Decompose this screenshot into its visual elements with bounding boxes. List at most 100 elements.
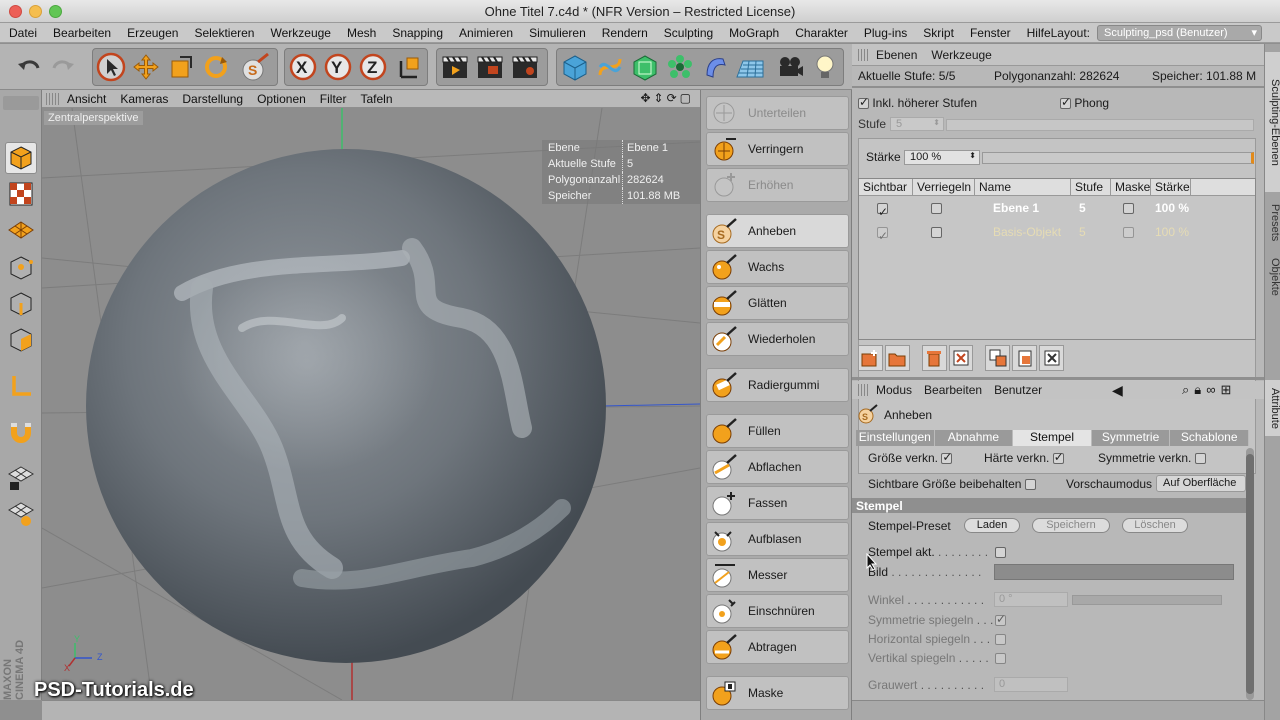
points-mode-button[interactable] [5, 252, 37, 284]
menu-selektieren[interactable]: Selektieren [185, 26, 261, 40]
tab-einstellungen[interactable]: Einstellungen [856, 430, 935, 446]
render-view-button[interactable] [438, 50, 472, 84]
cube-object-button[interactable] [558, 50, 592, 84]
render-to-picture-viewer-button[interactable] [473, 50, 507, 84]
level-input[interactable]: 5 ⬍ [890, 117, 944, 131]
link-icon[interactable]: ∞ [1206, 382, 1220, 397]
menu-fenster[interactable]: Fenster [961, 26, 1018, 40]
menu-charakter[interactable]: Charakter [786, 26, 855, 40]
sidetab-sculpting-ebenen[interactable]: Sculpting-Ebenen [1265, 52, 1280, 192]
sculpt-brush-tool-button[interactable]: S [238, 50, 272, 84]
level-slider[interactable] [946, 119, 1254, 131]
strength-slider[interactable] [982, 152, 1254, 164]
attr-scrollbar[interactable] [1246, 448, 1254, 700]
mask-checkbox[interactable] [1123, 227, 1134, 239]
mask-checkbox[interactable] [1123, 203, 1134, 215]
menu-snapping[interactable]: Snapping [383, 26, 450, 40]
visible-checkbox[interactable] [877, 200, 888, 224]
link-symmetry-checkbox[interactable]: Symmetrie verkn. [1098, 451, 1206, 465]
scale-tool-button[interactable] [164, 50, 198, 84]
brush-wachs[interactable]: Wachs [706, 250, 849, 284]
layout-select[interactable]: Sculpting_psd (Benutzer) ▾ [1097, 25, 1262, 41]
clear-layer-button[interactable] [948, 345, 974, 371]
polygons-mode-button[interactable] [5, 324, 37, 356]
menu-mograph[interactable]: MoGraph [720, 26, 786, 40]
generator-object-button[interactable] [628, 50, 662, 84]
attr-menu-bearbeiten[interactable]: Bearbeiten [924, 383, 982, 397]
viewport-menu-kameras[interactable]: Kameras [113, 92, 175, 106]
zoom-icon[interactable]: ⇕ [654, 91, 667, 105]
redo-button[interactable] [46, 50, 80, 84]
edges-mode-button[interactable] [5, 288, 37, 320]
menu-werkzeuge[interactable]: Werkzeuge [261, 26, 337, 40]
brush-fuellen[interactable]: Füllen [706, 414, 849, 448]
new-manager-icon[interactable]: ⊞ [1220, 382, 1236, 397]
viewport-menu-tafeln[interactable]: Tafeln [353, 92, 399, 106]
brush-radiergummi[interactable]: Radiergummi [706, 368, 849, 402]
lock-checkbox[interactable] [931, 227, 942, 239]
layer-name[interactable]: Basis-Objekt [975, 220, 1071, 244]
zoom-window-button[interactable] [49, 5, 62, 18]
array-object-button[interactable] [663, 50, 697, 84]
select-tool-button[interactable] [94, 50, 128, 84]
model-mode-button[interactable] [5, 142, 37, 174]
bake-layer-button[interactable] [1039, 345, 1064, 371]
stamp-active-checkbox[interactable] [995, 546, 1006, 558]
col-verriegeln[interactable]: Verriegeln [913, 179, 975, 195]
mirror-vertical-checkbox[interactable] [995, 652, 1006, 664]
coordinate-system-button[interactable] [392, 50, 426, 84]
brush-messer[interactable]: Messer [706, 558, 849, 592]
pan-icon[interactable]: ✥ [640, 91, 653, 105]
lock-checkbox[interactable] [931, 203, 942, 215]
tab-ebenen[interactable]: Ebenen [876, 48, 917, 62]
menu-sculpting[interactable]: Sculpting [655, 26, 720, 40]
deformer-button[interactable] [698, 50, 732, 84]
mirror-symmetry-checkbox[interactable] [995, 612, 1006, 626]
back-arrow-icon[interactable]: ◀ [1112, 382, 1123, 399]
texture-mode-button[interactable] [5, 178, 37, 210]
attr-menu-benutzer[interactable]: Benutzer [994, 383, 1042, 397]
delete-layer-button[interactable] [921, 345, 947, 371]
search-icon[interactable]: ⌕ [1182, 382, 1194, 397]
visible-checkbox[interactable] [877, 224, 888, 248]
angle-input[interactable]: 0 ° [994, 592, 1068, 607]
brush-glaetten[interactable]: Glätten [706, 286, 849, 320]
add-layer-button[interactable] [858, 345, 883, 371]
mirror-horizontal-checkbox[interactable] [995, 633, 1006, 645]
menu-rendern[interactable]: Rendern [593, 26, 655, 40]
undo-button[interactable] [12, 50, 46, 84]
col-staerke[interactable]: Stärke [1151, 179, 1191, 195]
move-tool-button[interactable] [129, 50, 163, 84]
brush-wiederholen[interactable]: Wiederholen [706, 322, 849, 356]
layer-row[interactable]: Basis-Objekt 5 100 % [859, 220, 1255, 248]
camera-object-button[interactable] [773, 50, 807, 84]
paste-layer-button[interactable] [1012, 345, 1038, 371]
maximize-view-icon[interactable]: ▢ [680, 91, 694, 105]
menu-mesh[interactable]: Mesh [338, 26, 383, 40]
scrollbar-thumb[interactable] [1246, 454, 1254, 694]
tab-symmetrie[interactable]: Symmetrie [1091, 430, 1171, 446]
link-size-checkbox[interactable]: Größe verkn. [868, 450, 952, 465]
viewport-menu-darstellung[interactable]: Darstellung [175, 92, 250, 106]
brush-verringern[interactable]: Verringern [706, 132, 849, 166]
brush-erhoehen[interactable]: Erhöhen [706, 168, 849, 202]
close-window-button[interactable] [9, 5, 22, 18]
viewport-nav-icons[interactable]: ✥⇕⟳▢ [640, 91, 694, 105]
spline-pen-button[interactable] [593, 50, 627, 84]
lock-workplane-button[interactable] [5, 462, 37, 494]
brush-abflachen[interactable]: Abflachen [706, 450, 849, 484]
tab-werkzeuge[interactable]: Werkzeuge [931, 48, 991, 62]
y-axis-lock-button[interactable]: Y [321, 50, 355, 84]
tab-schablone[interactable]: Schablone [1170, 430, 1249, 446]
z-axis-lock-button[interactable]: Z [356, 50, 390, 84]
image-field[interactable] [994, 564, 1234, 580]
menu-bearbeiten[interactable]: Bearbeiten [44, 26, 118, 40]
menu-datei[interactable]: Datei [0, 26, 44, 40]
brush-maske[interactable]: Maske [706, 676, 849, 710]
3d-viewport[interactable]: Zentralperspektive Ebene Ebene 1 Aktuelle… [42, 108, 700, 700]
copy-layer-button[interactable] [985, 345, 1011, 371]
layer-row[interactable]: Ebene 1 5 100 % [859, 196, 1255, 224]
load-button[interactable]: Laden [964, 518, 1020, 533]
menu-skript[interactable]: Skript [914, 26, 961, 40]
add-folder-button[interactable] [884, 345, 910, 371]
